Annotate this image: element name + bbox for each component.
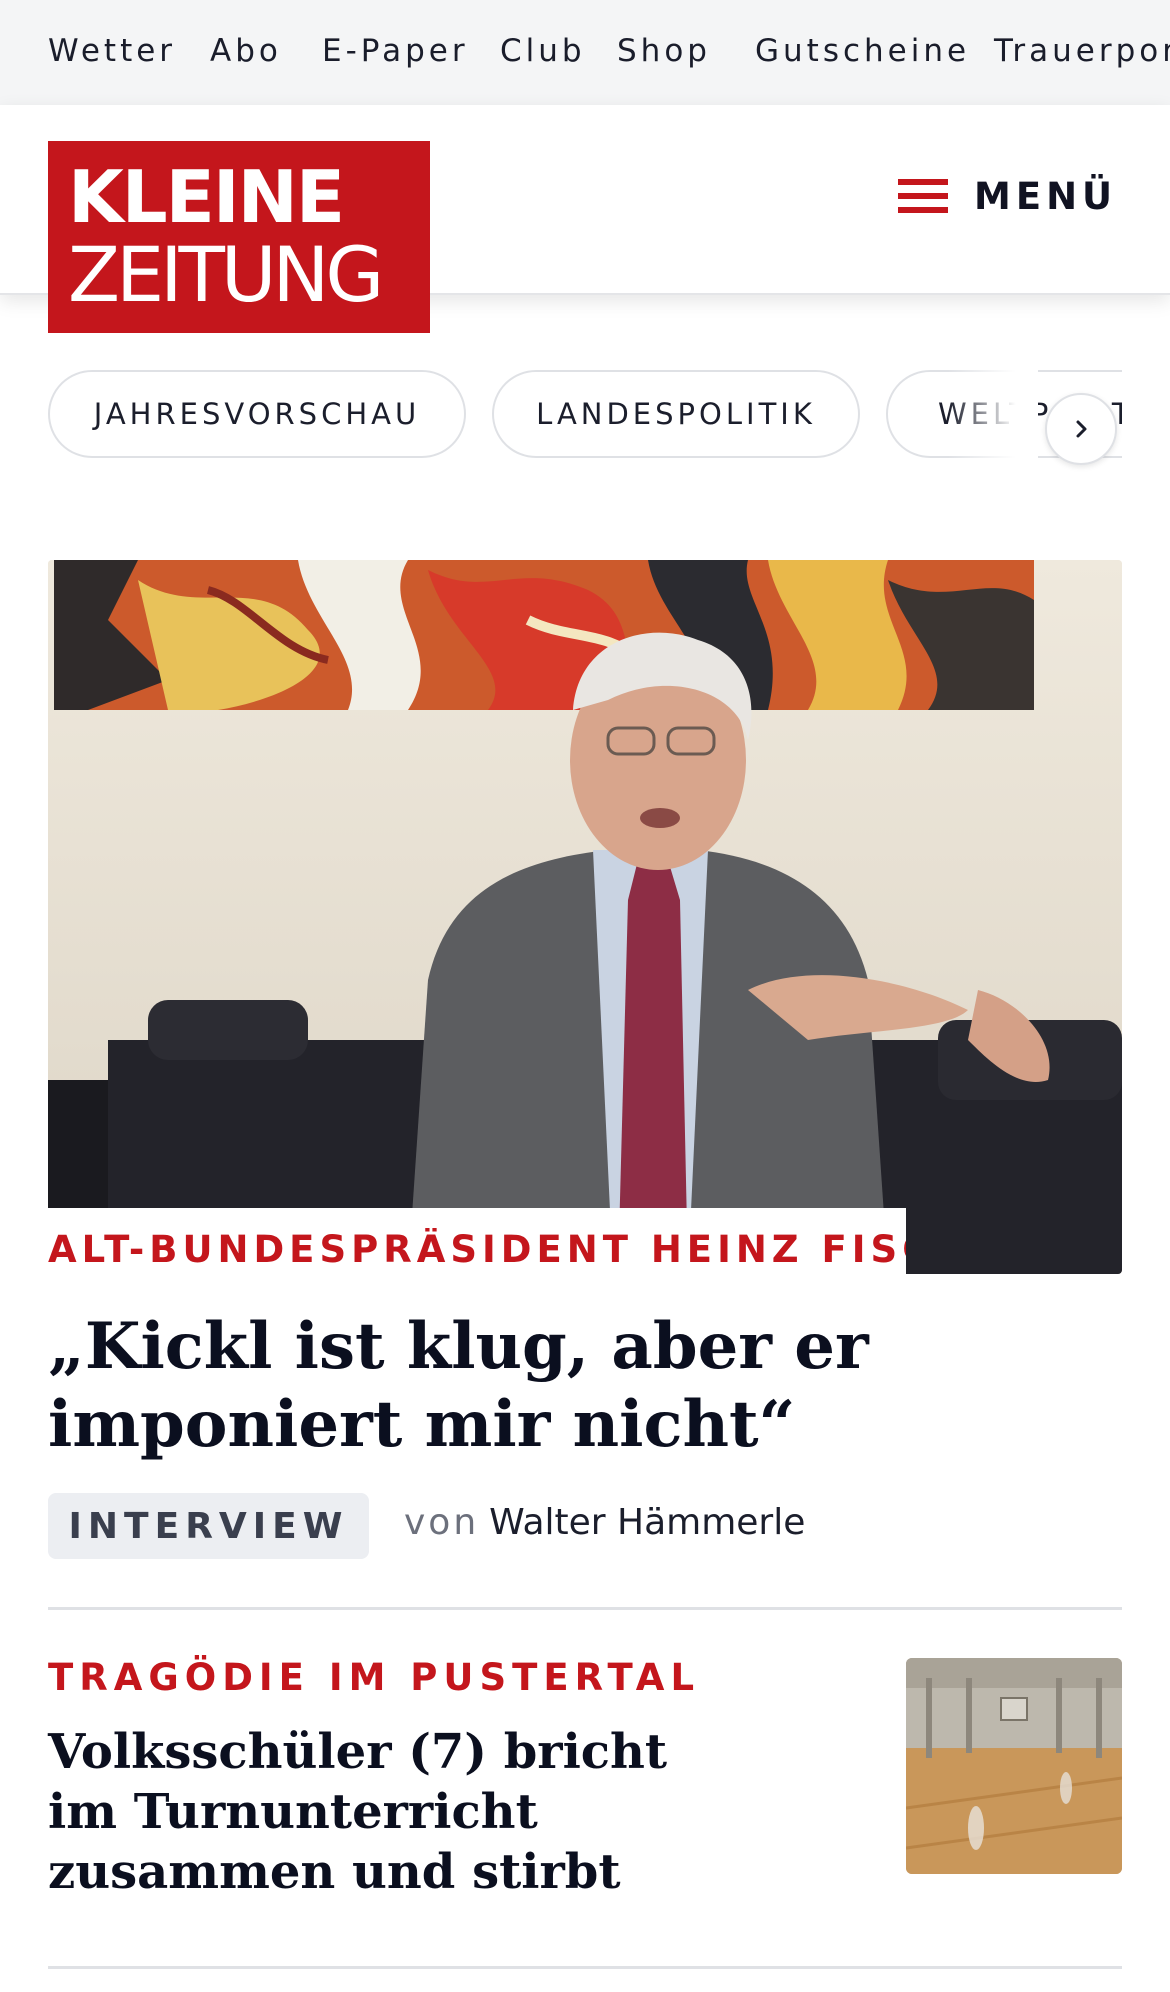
interview-photo — [48, 560, 1122, 1274]
chip-scroll-right-button[interactable] — [1045, 393, 1117, 465]
chip-landespolitik[interactable]: LANDESPOLITIK — [492, 370, 860, 458]
chip-fade-overlay — [948, 368, 1038, 463]
logo-line-1: KLEINE — [68, 155, 345, 239]
second-story-thumbnail[interactable] — [906, 1658, 1122, 1874]
kleine-zeitung-logo[interactable]: KLEINE ZEITUNG — [48, 141, 430, 333]
logo-line-2: ZEITUNG — [68, 230, 384, 319]
site-header: KLEINE ZEITUNG MENÜ — [0, 105, 1170, 333]
hamburger-icon — [898, 177, 948, 215]
author-name[interactable]: Walter Hämmerle — [489, 1502, 805, 1543]
story-divider — [48, 1607, 1122, 1610]
nav-link-epaper[interactable]: E-Paper — [322, 33, 469, 69]
top-nav: Wetter Abo E-Paper Club Shop Gutscheine … — [0, 0, 1170, 105]
nav-link-abo[interactable]: Abo — [210, 33, 282, 69]
nav-link-shop[interactable]: Shop — [617, 33, 711, 69]
nav-link-club[interactable]: Club — [500, 33, 586, 69]
topic-chip-bar: JAHRESVORSCHAU LANDESPOLITIK WELTPOLITIK — [48, 368, 1122, 463]
second-story-kicker[interactable]: TRAGÖDIE IM PUSTERTAL — [48, 1656, 700, 1699]
interview-badge: INTERVIEW — [48, 1493, 369, 1559]
nav-link-trauerportal[interactable]: Trauerportal — [994, 33, 1170, 69]
byline-prefix: von — [404, 1502, 480, 1543]
chevron-right-icon — [1076, 420, 1087, 438]
nav-link-gutscheine[interactable]: Gutscheine — [755, 33, 970, 69]
story-divider-bottom — [48, 1966, 1122, 1969]
lead-story-kicker[interactable]: ALT-BUNDESPRÄSIDENT HEINZ FISC… — [48, 1228, 906, 1271]
chip-jahresvorschau[interactable]: JAHRESVORSCHAU — [48, 370, 466, 458]
second-story-headline[interactable]: Volksschüler (7) bricht im Turnunterrich… — [48, 1722, 688, 1902]
lead-story-image[interactable] — [48, 560, 1122, 1274]
menu-label: MENÜ — [974, 174, 1118, 218]
menu-button[interactable]: MENÜ — [898, 171, 1117, 221]
gym-photo — [906, 1658, 1122, 1874]
byline: von Walter Hämmerle — [404, 1502, 805, 1543]
nav-link-wetter[interactable]: Wetter — [48, 33, 176, 69]
lead-story-headline[interactable]: „Kickl ist klug, aber er imponiert mir n… — [48, 1308, 1108, 1464]
